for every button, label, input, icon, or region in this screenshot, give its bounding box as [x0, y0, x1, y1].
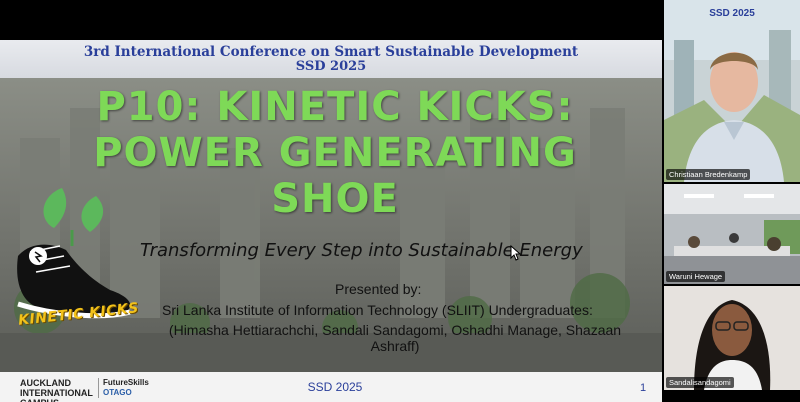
footer-conference-label: SSD 2025: [307, 380, 363, 394]
auckland-campus-logo: AUCKLAND INTERNATIONAL CAMPUS: [20, 378, 93, 402]
shared-slide: 3rd International Conference on Smart Su…: [0, 40, 662, 402]
participant-tile-2[interactable]: Waruni Hewage: [664, 184, 800, 284]
footer-divider: [98, 378, 99, 398]
participant-video-3: [664, 286, 800, 390]
presented-by-label: Presented by:: [335, 281, 422, 297]
otago-text: OTAGO: [103, 388, 132, 397]
futureskills-otago-logo: FutureSkills OTAGO: [103, 378, 173, 398]
conference-title: 3rd International Conference on Smart Su…: [83, 44, 579, 60]
participant-banner-text: SSD 2025: [709, 8, 755, 19]
participant-video-1: [664, 0, 800, 182]
mouse-cursor-icon: [510, 245, 522, 261]
participant-tile-3[interactable]: Sandalisandagomi: [664, 286, 800, 390]
title-line-1: P10: KINETIC KICKS:: [96, 84, 574, 130]
participant-tile-1[interactable]: SSD 2025 Christiaan Bredenkamp: [664, 0, 800, 182]
participant-name-3: Sandalisandagomi: [666, 377, 734, 388]
authors-list: (Himasha Hettiarachchi, Sandali Sandagom…: [168, 322, 622, 354]
conference-subtitle: SSD 2025: [295, 59, 367, 74]
participant-name-1: Christiaan Bredenkamp: [666, 169, 751, 180]
title-line-2: POWER GENERATING: [93, 130, 577, 176]
slide-tagline: Transforming Every Step into Sustainable…: [140, 240, 583, 261]
institution-line: Sri Lanka Institute of Information Techn…: [162, 302, 593, 318]
participant-video-2: [664, 184, 800, 284]
participant-name-2: Waruni Hewage: [666, 271, 726, 282]
slide-footer: AUCKLAND INTERNATIONAL CAMPUS FutureSkil…: [0, 372, 662, 402]
participant-panel: SSD 2025 Christiaan Bredenkamp Waruni He…: [664, 0, 800, 402]
futureskills-text: FutureSkills: [103, 378, 149, 387]
slide-page-number: 1: [640, 382, 647, 394]
slide-header: 3rd International Conference on Smart Su…: [0, 40, 662, 78]
